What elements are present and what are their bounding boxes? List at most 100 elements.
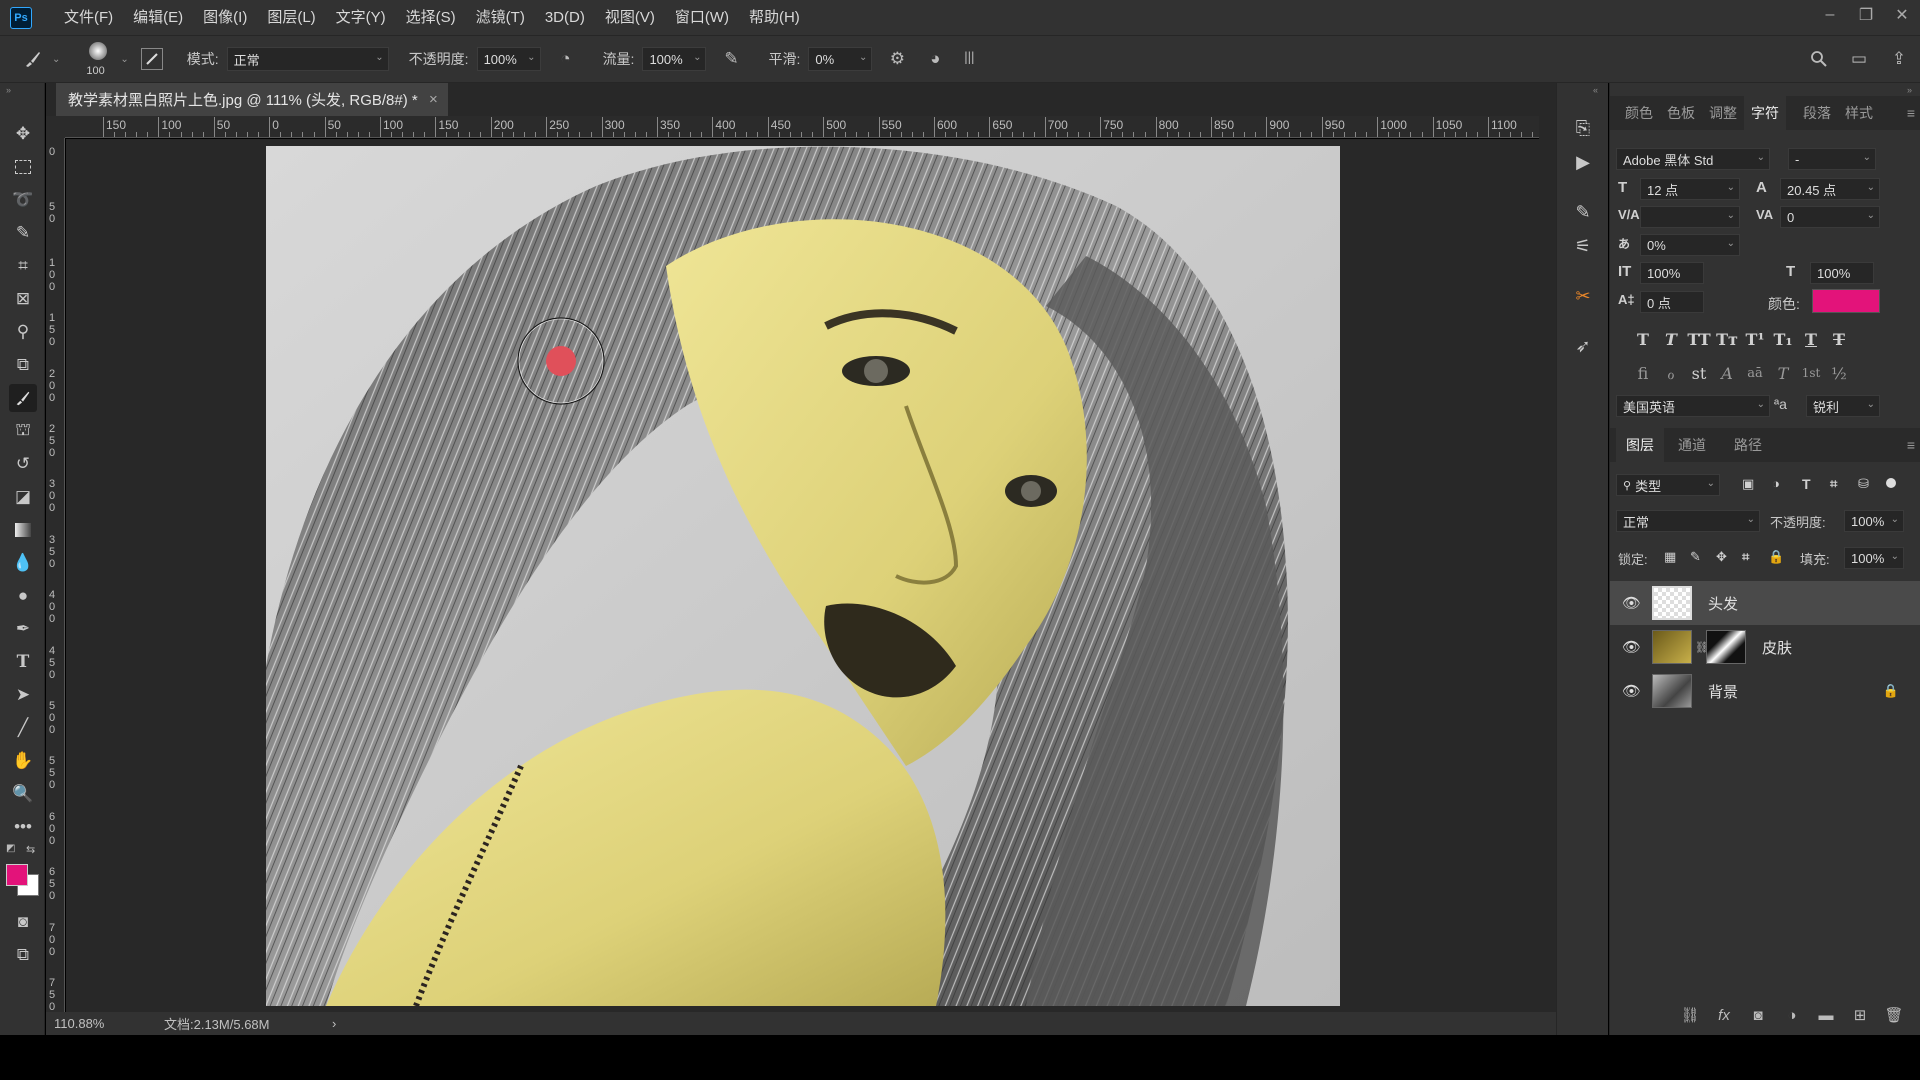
subscript-button[interactable]: T₁ bbox=[1770, 327, 1796, 351]
panel-collapse-icon[interactable]: » bbox=[6, 85, 11, 95]
gear-icon[interactable]: ⚙ bbox=[884, 46, 910, 72]
dodge-tool-icon[interactable]: ● bbox=[9, 582, 37, 610]
smoothing-field[interactable]: 0% ⌄ bbox=[808, 47, 873, 71]
dropdown-chevron-icon[interactable]: ⌄ bbox=[52, 54, 60, 65]
menu-view[interactable]: 视图(V) bbox=[595, 0, 665, 35]
tab-paragraph[interactable]: 段落 bbox=[1796, 96, 1838, 130]
layer-opacity-field[interactable]: 100% ⌄ bbox=[1844, 510, 1904, 532]
delete-layer-icon[interactable]: 🗑 bbox=[1877, 1006, 1911, 1024]
tab-channels[interactable]: 通道 bbox=[1664, 428, 1720, 462]
close-window-icon[interactable]: ✕ bbox=[1884, 0, 1920, 30]
panel-menu-icon[interactable]: ≡ bbox=[1907, 437, 1915, 453]
minimize-icon[interactable]: – bbox=[1812, 0, 1848, 30]
lock-artboard-icon[interactable]: ⌗ bbox=[1742, 549, 1749, 565]
language-select[interactable]: 美国英语 ⌄ bbox=[1616, 395, 1770, 417]
visibility-eye-icon[interactable]: 👁 bbox=[1622, 594, 1641, 612]
faux-italic-button[interactable]: T bbox=[1658, 327, 1684, 351]
lock-all-icon[interactable]: 🔒 bbox=[1768, 549, 1784, 565]
symmetry-butterfly-icon[interactable]: ꔖ bbox=[956, 46, 982, 72]
tab-adjustments[interactable]: 调整 bbox=[1702, 96, 1744, 130]
menu-window[interactable]: 窗口(W) bbox=[665, 0, 739, 35]
tab-layers[interactable]: 图层 bbox=[1616, 428, 1664, 462]
quick-selection-tool-icon[interactable]: ✎ bbox=[9, 219, 37, 247]
kerning-field[interactable]: ⌄ bbox=[1640, 206, 1740, 228]
link-layers-icon[interactable]: ⛓ bbox=[1673, 1006, 1707, 1024]
menu-type[interactable]: 文字(Y) bbox=[326, 0, 396, 35]
layer-style-fx-icon[interactable]: fx bbox=[1707, 1007, 1741, 1024]
menu-select[interactable]: 选择(S) bbox=[396, 0, 466, 35]
stylistic-alternates-button[interactable]: aā bbox=[1742, 361, 1768, 385]
panel-menu-icon[interactable]: ≡ bbox=[1907, 105, 1915, 121]
status-menu-arrow-icon[interactable]: › bbox=[332, 1016, 336, 1031]
lock-transparent-pixels-icon[interactable]: ▦ bbox=[1664, 549, 1676, 565]
tracking-field[interactable]: 0 ⌄ bbox=[1780, 206, 1880, 228]
tab-styles[interactable]: 样式 bbox=[1838, 96, 1880, 130]
menu-image[interactable]: 图像(I) bbox=[193, 0, 257, 35]
layer-row-skin[interactable]: 👁 ⛓ 皮肤 bbox=[1610, 625, 1920, 669]
tab-swatches[interactable]: 色板 bbox=[1660, 96, 1702, 130]
layer-row-background[interactable]: 👁 背景 🔒 bbox=[1610, 669, 1920, 713]
new-group-icon[interactable]: ▬ bbox=[1809, 1007, 1843, 1024]
ordinals-button[interactable]: 1st bbox=[1798, 361, 1824, 385]
document-canvas[interactable] bbox=[266, 146, 1340, 1006]
brush-tool-icon[interactable] bbox=[9, 384, 37, 412]
crop-tool-icon[interactable]: ⌗ bbox=[9, 252, 37, 280]
brush-size-picker[interactable]: 100 bbox=[80, 37, 116, 81]
line-tool-icon[interactable]: ╱ bbox=[9, 714, 37, 742]
foreground-color-swatch[interactable] bbox=[6, 864, 28, 886]
ligatures-button[interactable]: fi bbox=[1630, 361, 1656, 385]
discretionary-ligatures-button[interactable]: st bbox=[1686, 361, 1712, 385]
share-icon[interactable]: ⇪ bbox=[1886, 46, 1912, 72]
screen-mode-icon[interactable]: ⧉ bbox=[9, 941, 37, 969]
all-caps-button[interactable]: TT bbox=[1686, 327, 1712, 351]
font-style-select[interactable]: - ⌄ bbox=[1788, 148, 1876, 170]
type-tool-icon[interactable]: T bbox=[9, 648, 37, 676]
more-tools-icon[interactable]: ••• bbox=[9, 813, 37, 841]
menu-layer[interactable]: 图层(L) bbox=[257, 0, 325, 35]
antialias-select[interactable]: 锐利 ⌄ bbox=[1806, 395, 1880, 417]
blend-mode-select[interactable]: 正常 ⌄ bbox=[1616, 510, 1760, 532]
airbrush-icon[interactable]: ✎ bbox=[718, 46, 744, 72]
fractions-button[interactable]: ½ bbox=[1826, 361, 1852, 385]
visibility-eye-icon[interactable]: 👁 bbox=[1622, 682, 1641, 700]
layer-row-hair[interactable]: 👁 头发 bbox=[1610, 581, 1920, 625]
horizontal-scale-field[interactable]: 100% bbox=[1810, 262, 1874, 284]
actions-play-icon[interactable]: ▶ bbox=[1570, 149, 1596, 175]
adjustments-dock-icon[interactable]: ⚟ bbox=[1570, 233, 1596, 259]
dock-collapse-icon[interactable]: « bbox=[1593, 85, 1598, 95]
strikethrough-button[interactable]: T bbox=[1826, 327, 1852, 351]
filter-toggle-icon[interactable] bbox=[1886, 478, 1896, 488]
canvas-vertical-scrollbar[interactable] bbox=[1539, 116, 1556, 1012]
layer-filter-select[interactable]: ⚲ 类型 ⌄ bbox=[1616, 474, 1720, 496]
filter-smart-object-icon[interactable]: ⛁ bbox=[1858, 476, 1869, 492]
layer-mask-thumbnail[interactable] bbox=[1706, 630, 1746, 664]
filter-adjustment-icon[interactable]: ◑ bbox=[1772, 476, 1780, 491]
zoom-tool-icon[interactable]: 🔍 bbox=[9, 780, 37, 808]
font-size-field[interactable]: 12 点 ⌄ bbox=[1640, 178, 1740, 200]
tab-character[interactable]: 字符 bbox=[1744, 96, 1786, 130]
lock-image-pixels-icon[interactable]: ✎ bbox=[1690, 549, 1701, 565]
pressure-opacity-icon[interactable]: ◔ bbox=[553, 46, 579, 72]
swap-colors-icon[interactable]: ⇆ bbox=[26, 843, 35, 856]
small-caps-button[interactable]: Tт bbox=[1714, 327, 1740, 351]
filter-type-icon[interactable]: T bbox=[1802, 476, 1811, 492]
mode-select[interactable]: 正常 ⌄ bbox=[226, 47, 389, 71]
pressure-size-icon[interactable]: ◕ bbox=[922, 46, 948, 72]
faux-bold-button[interactable]: T bbox=[1630, 327, 1656, 351]
flow-field[interactable]: 100% ⌄ bbox=[642, 47, 707, 71]
lock-position-icon[interactable]: ✥ bbox=[1716, 549, 1727, 565]
superscript-button[interactable]: T¹ bbox=[1742, 327, 1768, 351]
tab-paths[interactable]: 路径 bbox=[1720, 428, 1776, 462]
restore-icon[interactable]: ❐ bbox=[1848, 0, 1884, 30]
filter-shape-icon[interactable]: ⌗ bbox=[1830, 476, 1837, 492]
blur-tool-icon[interactable]: 💧 bbox=[9, 549, 37, 577]
move-tool-icon[interactable]: ✥ bbox=[9, 120, 37, 148]
tab-color[interactable]: 颜色 bbox=[1618, 96, 1660, 130]
workspace-icon[interactable]: ▭ bbox=[1846, 46, 1872, 72]
tsume-field[interactable]: 0% ⌄ bbox=[1640, 234, 1740, 256]
clone-stamp-tool-icon[interactable]: ⛫ bbox=[9, 417, 37, 445]
quick-mask-icon[interactable]: ◙ bbox=[9, 908, 37, 936]
leading-field[interactable]: 20.45 点 ⌄ bbox=[1780, 178, 1880, 200]
swash-button[interactable]: A bbox=[1714, 361, 1740, 385]
baseline-shift-field[interactable]: 0 点 bbox=[1640, 291, 1704, 313]
